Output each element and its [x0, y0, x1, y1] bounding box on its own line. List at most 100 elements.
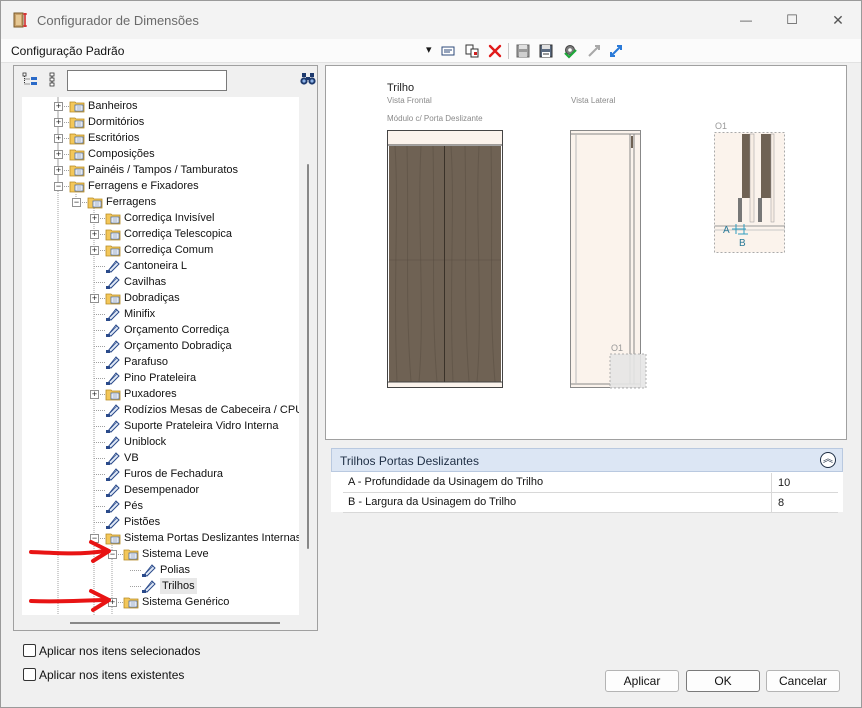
- collapse-section-icon[interactable]: ︽: [820, 452, 836, 468]
- tree-node[interactable]: + Banheiros: [22, 98, 299, 114]
- configuration-toolbar: Configuração Padrão ▾: [1, 39, 861, 63]
- side-view-label: Vista Lateral: [571, 96, 616, 105]
- expand-icon[interactable]: +: [54, 150, 63, 159]
- apply-existing-checkbox[interactable]: [23, 668, 36, 681]
- tree-node[interactable]: Orçamento Corrediça: [22, 322, 299, 338]
- tree-node[interactable]: Suporte Prateleira Vidro Interna: [22, 418, 299, 434]
- configuration-dropdown-icon[interactable]: ▾: [426, 43, 432, 56]
- save-icon[interactable]: [514, 42, 532, 60]
- configuration-name[interactable]: Configuração Padrão: [11, 44, 124, 58]
- tree-node[interactable]: Parafuso: [22, 354, 299, 370]
- tree-node[interactable]: + Composições: [22, 146, 299, 162]
- cancel-button[interactable]: Cancelar: [766, 670, 840, 692]
- tree-vertical-scrollbar[interactable]: [301, 97, 315, 615]
- collapse-diagonal-icon[interactable]: [607, 42, 625, 60]
- close-button[interactable]: ✕: [815, 1, 861, 39]
- settings-list-icon[interactable]: [439, 42, 457, 60]
- tree-node-label: Minifix: [124, 308, 156, 320]
- tree-node[interactable]: + Puxadores: [22, 386, 299, 402]
- expand-all-icon[interactable]: [44, 72, 60, 88]
- tree-horizontal-scroll-thumb[interactable]: [70, 622, 280, 624]
- hardware-item-icon: [105, 450, 121, 466]
- tree-node[interactable]: + Corrediça Invisível: [22, 210, 299, 226]
- collapse-all-icon[interactable]: [22, 72, 38, 88]
- tree-horizontal-scrollbar[interactable]: [22, 617, 299, 629]
- property-value-depth[interactable]: 10: [771, 473, 838, 493]
- tree-node-label: Orçamento Corrediça: [124, 324, 230, 336]
- expand-icon[interactable]: +: [90, 246, 99, 255]
- tree-node[interactable]: + Painéis / Tampos / Tamburatos: [22, 162, 299, 178]
- hardware-item-icon: [105, 338, 121, 354]
- expand-icon[interactable]: +: [90, 214, 99, 223]
- side-view-drawing: [570, 130, 647, 389]
- apply-gear-icon[interactable]: [561, 42, 579, 60]
- expand-icon[interactable]: +: [54, 166, 63, 175]
- hardware-item-icon: [105, 466, 121, 482]
- property-row-width[interactable]: B - Largura da Usinagem do Trilho 8: [343, 493, 838, 513]
- tree-node-label: Pistões: [124, 516, 161, 528]
- tree-node-label: Banheiros: [88, 100, 138, 112]
- expand-icon[interactable]: +: [54, 134, 63, 143]
- apply-selected-checkbox[interactable]: [23, 644, 36, 657]
- front-view-label: Vista Frontal: [387, 96, 432, 105]
- title-bar[interactable]: Configurador de Dimensões — ☐ ✕: [1, 1, 861, 39]
- folder-icon: [69, 114, 85, 130]
- tree-node[interactable]: − Ferragens: [22, 194, 299, 210]
- tree-node[interactable]: Furos de Fechadura: [22, 466, 299, 482]
- delete-icon[interactable]: [486, 42, 504, 60]
- dimension-b-label: B: [739, 238, 746, 249]
- tree-node-label: Corrediça Comum: [124, 244, 214, 256]
- tree-node[interactable]: + Escritórios: [22, 130, 299, 146]
- tree-node[interactable]: VB: [22, 450, 299, 466]
- tree-node[interactable]: Cavilhas: [22, 274, 299, 290]
- detail-view-drawing: [714, 132, 785, 253]
- apply-button[interactable]: Aplicar: [605, 670, 679, 692]
- tree-search-input[interactable]: [67, 70, 227, 91]
- tree-node-label: Uniblock: [124, 436, 167, 448]
- copy-config-icon[interactable]: [463, 42, 481, 60]
- tree-node-label: Ferragens e Fixadores: [88, 180, 199, 192]
- ok-button[interactable]: OK: [686, 670, 760, 692]
- collapse-icon[interactable]: −: [72, 198, 81, 207]
- tree-node[interactable]: Pino Prateleira: [22, 370, 299, 386]
- minimize-button[interactable]: —: [723, 1, 769, 39]
- save-as-icon[interactable]: [537, 42, 555, 60]
- tree-node-label: Cantoneira L: [124, 260, 187, 272]
- expand-diagonal-icon[interactable]: [585, 42, 603, 60]
- properties-section-header[interactable]: Trilhos Portas Deslizantes ︽: [331, 448, 843, 472]
- tree-node[interactable]: Pistões: [22, 514, 299, 530]
- folder-icon: [69, 146, 85, 162]
- tree-node[interactable]: Rodízios Mesas de Cabeceira / CPU: [22, 402, 299, 418]
- tree-node[interactable]: Desempenador: [22, 482, 299, 498]
- expand-icon[interactable]: +: [90, 390, 99, 399]
- expand-icon[interactable]: +: [54, 102, 63, 111]
- tree-node[interactable]: Uniblock: [22, 434, 299, 450]
- hardware-item-icon: [105, 514, 121, 530]
- tree-node-label: Dormitórios: [88, 116, 145, 128]
- expand-icon[interactable]: +: [90, 230, 99, 239]
- expand-icon[interactable]: +: [54, 118, 63, 127]
- hardware-item-icon: [141, 578, 157, 594]
- tree-node-label: Ferragens: [106, 196, 157, 208]
- hardware-item-icon: [105, 274, 121, 290]
- expand-icon[interactable]: +: [90, 294, 99, 303]
- tree-node[interactable]: − Ferragens e Fixadores: [22, 178, 299, 194]
- tree-node-label: Composições: [88, 148, 155, 160]
- tree-node[interactable]: + Dobradiças: [22, 290, 299, 306]
- tree-node[interactable]: Pés: [22, 498, 299, 514]
- tree-node[interactable]: Minifix: [22, 306, 299, 322]
- tree-node[interactable]: Cantoneira L: [22, 258, 299, 274]
- tree-vertical-scroll-thumb[interactable]: [307, 164, 309, 549]
- tree-node-label: Trilhos: [160, 578, 197, 594]
- property-label: A - Profundidade da Usinagem do Trilho: [348, 476, 544, 488]
- tree-node[interactable]: + Corrediça Comum: [22, 242, 299, 258]
- collapse-icon[interactable]: −: [54, 182, 63, 191]
- maximize-button[interactable]: ☐: [769, 1, 815, 39]
- property-value-width[interactable]: 8: [771, 493, 838, 513]
- tree-node[interactable]: Orçamento Dobradiça: [22, 338, 299, 354]
- apply-selected-label: Aplicar nos itens selecionados: [39, 644, 201, 658]
- tree-node[interactable]: + Corrediça Telescopica: [22, 226, 299, 242]
- tree-node[interactable]: + Dormitórios: [22, 114, 299, 130]
- property-row-depth[interactable]: A - Profundidade da Usinagem do Trilho 1…: [343, 473, 838, 493]
- binoculars-search-icon[interactable]: [299, 71, 317, 87]
